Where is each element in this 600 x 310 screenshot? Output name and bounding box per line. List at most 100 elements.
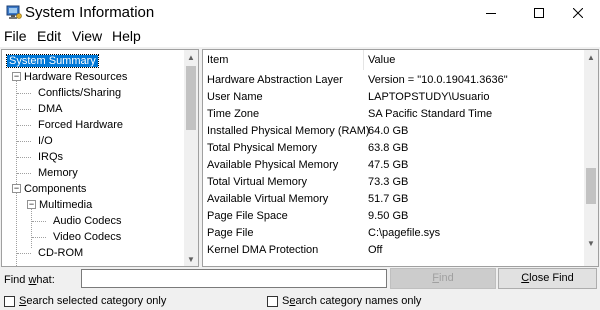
- tree-item-label: System Summary: [6, 54, 99, 68]
- tree-item-cd-rom[interactable]: CD-ROM: [38, 245, 83, 261]
- menu-file[interactable]: File: [4, 28, 27, 44]
- tree-item-label: Memory: [38, 167, 78, 179]
- list-row[interactable]: Total Virtual Memory 73.3 GB: [203, 174, 586, 190]
- tree-item-dma[interactable]: DMA: [38, 101, 62, 117]
- tree-item-components[interactable]: − Components: [7, 181, 187, 197]
- tree-item-irqs[interactable]: IRQs: [38, 149, 63, 165]
- tree-item-label: Forced Hardware: [38, 119, 123, 131]
- tree-connector: [17, 93, 31, 94]
- row-item: Available Physical Memory: [207, 159, 339, 171]
- tree-item-audio-codecs[interactable]: Audio Codecs: [53, 213, 122, 229]
- minimize-icon: [486, 13, 496, 14]
- row-value: 51.7 GB: [368, 193, 409, 205]
- tree-item-label: CD-ROM: [38, 247, 84, 259]
- list-row[interactable]: Available Virtual Memory 51.7 GB: [203, 191, 586, 207]
- column-header-value[interactable]: Value: [364, 50, 586, 70]
- list-row[interactable]: Installed Physical Memory (RAM) 64.0 GB: [203, 123, 586, 139]
- row-item: Hardware Abstraction Layer: [207, 74, 343, 86]
- scroll-down-icon[interactable]: ▼: [184, 252, 198, 266]
- tree-connector: [17, 253, 31, 254]
- menu-help[interactable]: Help: [112, 28, 141, 44]
- tree-item-label: IRQs: [38, 151, 64, 163]
- tree-item-forced-hardware[interactable]: Forced Hardware: [38, 117, 123, 133]
- tree-item-system-summary[interactable]: System Summary: [6, 53, 99, 69]
- search-selected-category-checkbox[interactable]: [4, 295, 15, 307]
- find-what-label: Find what:: [4, 274, 55, 286]
- close-button[interactable]: [556, 0, 600, 26]
- row-value: 73.3 GB: [368, 176, 409, 188]
- tree-item-label: Hardware Resources: [24, 71, 128, 83]
- tree-connector: [17, 125, 31, 126]
- menu-bar: File Edit View Help: [0, 26, 600, 47]
- maximize-icon: [534, 8, 544, 18]
- list-row[interactable]: Available Physical Memory 47.5 GB: [203, 157, 586, 173]
- search-category-names-option[interactable]: Search category names only: [267, 294, 421, 308]
- row-item: Page File: [207, 227, 254, 239]
- tree-item-video-codecs[interactable]: Video Codecs: [53, 229, 121, 245]
- list-row[interactable]: Hardware Abstraction Layer Version = "10…: [203, 72, 586, 88]
- list-row[interactable]: Page File C:\pagefile.sys: [203, 225, 586, 241]
- row-value: 63.8 GB: [368, 142, 409, 154]
- search-selected-category-label: Search selected category only: [19, 295, 167, 307]
- row-value: C:\pagefile.sys: [368, 227, 441, 239]
- details-list[interactable]: Item Value Hardware Abstraction Layer Ve…: [202, 49, 599, 267]
- tree-item-hardware-resources[interactable]: − Hardware Resources: [7, 69, 187, 85]
- title-bar: System Information: [0, 0, 600, 26]
- list-scroll-thumb[interactable]: [586, 168, 596, 204]
- tree-scrollbar[interactable]: ▲ ▼: [184, 50, 198, 266]
- column-header-item[interactable]: Item: [203, 50, 364, 70]
- tree-item-label: Video Codecs: [53, 231, 122, 243]
- tree-connector: [16, 192, 17, 266]
- tree-connector: [32, 221, 46, 222]
- list-row[interactable]: User Name LAPTOPSTUDY\Usuario: [203, 89, 586, 105]
- collapse-icon[interactable]: −: [12, 72, 21, 81]
- scroll-up-icon[interactable]: ▲: [184, 50, 198, 64]
- menu-edit[interactable]: Edit: [37, 28, 61, 44]
- tree-connector: [17, 109, 31, 110]
- tree-item-multimedia[interactable]: − Multimedia: [22, 197, 182, 213]
- tree-item-memory[interactable]: Memory: [38, 165, 78, 181]
- minimize-button[interactable]: [469, 0, 513, 26]
- tree-connector: [32, 237, 46, 238]
- scroll-up-icon[interactable]: ▲: [584, 50, 598, 64]
- tree-item-label: Multimedia: [39, 199, 93, 211]
- tree-item-conflicts-sharing[interactable]: Conflicts/Sharing: [38, 85, 121, 101]
- row-value: LAPTOPSTUDY\Usuario: [368, 91, 490, 103]
- row-item: Page File Space: [207, 210, 288, 222]
- scroll-down-icon[interactable]: ▼: [584, 236, 598, 250]
- row-item: Installed Physical Memory (RAM): [207, 125, 370, 137]
- tree-connector: [17, 141, 31, 142]
- category-tree[interactable]: System Summary − Hardware Resources Conf…: [1, 49, 199, 267]
- tree-item-label: Audio Codecs: [53, 215, 122, 227]
- find-button[interactable]: Find: [390, 268, 496, 289]
- row-item: User Name: [207, 91, 263, 103]
- tree-item-label: Components: [24, 183, 87, 195]
- row-item: Total Physical Memory: [207, 142, 318, 154]
- row-value: Off: [368, 244, 383, 256]
- close-find-button[interactable]: Close Find: [498, 268, 597, 289]
- list-row[interactable]: Kernel DMA Protection Off: [203, 242, 586, 258]
- tree-item-label: Conflicts/Sharing: [38, 87, 122, 99]
- search-category-names-checkbox[interactable]: [267, 295, 278, 307]
- list-row[interactable]: Total Physical Memory 63.8 GB: [203, 140, 586, 156]
- window-title: System Information: [25, 4, 155, 21]
- tree-item-label: DMA: [38, 103, 63, 115]
- collapse-icon[interactable]: −: [12, 184, 21, 193]
- tree-connector: [17, 173, 31, 174]
- list-row[interactable]: Time Zone SA Pacific Standard Time: [203, 106, 586, 122]
- search-selected-category-option[interactable]: Search selected category only: [4, 294, 166, 308]
- list-row[interactable]: Page File Space 9.50 GB: [203, 208, 586, 224]
- tree-scroll-thumb[interactable]: [186, 66, 196, 130]
- menu-view[interactable]: View: [72, 28, 102, 44]
- list-scrollbar[interactable]: ▲ ▼: [584, 50, 598, 266]
- tree-item-label: I/O: [38, 135, 53, 147]
- row-value: Version = "10.0.19041.3636": [368, 74, 508, 86]
- tree-item-io[interactable]: I/O: [38, 133, 53, 149]
- maximize-button[interactable]: [517, 0, 561, 26]
- collapse-icon[interactable]: −: [27, 200, 36, 209]
- row-item: Available Virtual Memory: [207, 193, 329, 205]
- row-value: 64.0 GB: [368, 125, 409, 137]
- close-icon: [573, 8, 583, 18]
- find-what-input[interactable]: [81, 269, 387, 288]
- system-information-icon: [6, 5, 22, 19]
